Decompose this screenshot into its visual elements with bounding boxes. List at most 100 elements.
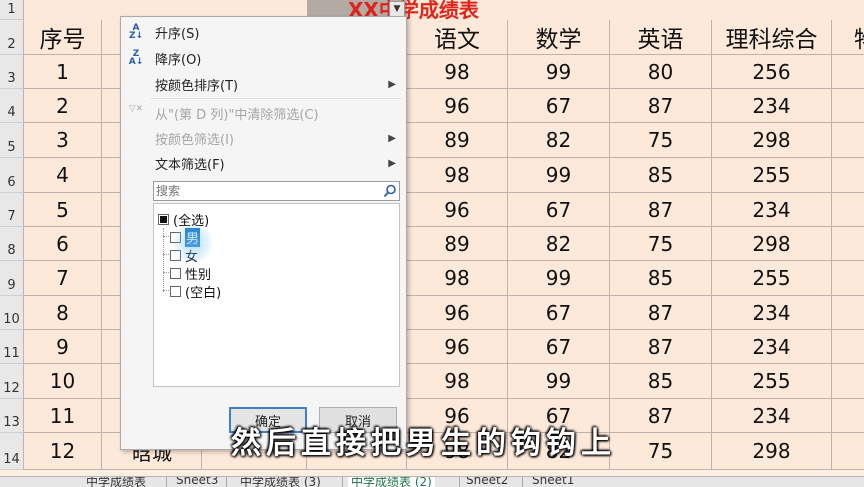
- row-header[interactable]: 13: [0, 399, 24, 433]
- cell-index[interactable]: 11: [24, 399, 102, 433]
- cell-chinese[interactable]: 98: [407, 158, 508, 193]
- sheet-tab[interactable]: Sheet2: [466, 477, 508, 487]
- header-cell-index[interactable]: 序号: [24, 20, 102, 55]
- cell-chinese[interactable]: 96: [407, 89, 508, 123]
- cell-chinese[interactable]: 98: [407, 261, 508, 296]
- sheet-tab-active[interactable]: 中学成绩表 (2): [348, 477, 435, 487]
- row-header[interactable]: 12: [0, 364, 24, 399]
- text-filter-item[interactable]: 文本筛选(F) ▶: [121, 150, 406, 176]
- cell-index[interactable]: 2: [24, 89, 102, 123]
- row-header[interactable]: 1: [0, 0, 24, 20]
- cell-chinese[interactable]: 96: [407, 296, 508, 330]
- row-header[interactable]: 6: [0, 158, 24, 193]
- cell-index[interactable]: 6: [24, 227, 102, 261]
- cell[interactable]: [832, 123, 864, 158]
- cell[interactable]: [832, 158, 864, 193]
- cell-index[interactable]: 9: [24, 330, 102, 364]
- header-cell-science[interactable]: 理科综合: [712, 20, 832, 55]
- row-header[interactable]: 2: [0, 20, 24, 55]
- cell[interactable]: [832, 193, 864, 227]
- cell-index[interactable]: 1: [24, 55, 102, 89]
- cell-math[interactable]: 99: [508, 158, 610, 193]
- cell-english[interactable]: 75: [610, 227, 712, 261]
- cell-math[interactable]: 67: [508, 330, 610, 364]
- cell-index[interactable]: 8: [24, 296, 102, 330]
- cell-science[interactable]: 234: [712, 89, 832, 123]
- cell-index[interactable]: 3: [24, 123, 102, 158]
- cell[interactable]: [832, 296, 864, 330]
- cell-math[interactable]: 82: [508, 123, 610, 158]
- cell-english[interactable]: 87: [610, 399, 712, 433]
- cell-chinese[interactable]: 89: [407, 227, 508, 261]
- checkbox[interactable]: [158, 213, 169, 225]
- cell-index[interactable]: 4: [24, 158, 102, 193]
- row-header[interactable]: 14: [0, 433, 24, 470]
- cell-english[interactable]: 75: [610, 433, 712, 470]
- cell-math[interactable]: 82: [508, 227, 610, 261]
- cell[interactable]: [832, 364, 864, 399]
- cell-chinese[interactable]: 98: [407, 55, 508, 89]
- cell-chinese[interactable]: 98: [407, 364, 508, 399]
- checkbox[interactable]: [170, 285, 181, 297]
- row-header[interactable]: 3: [0, 55, 24, 89]
- header-cell-physics[interactable]: 物: [832, 20, 864, 55]
- cell-science[interactable]: 255: [712, 261, 832, 296]
- cell-index[interactable]: 12: [24, 433, 102, 470]
- cell-english[interactable]: 87: [610, 330, 712, 364]
- cell-math[interactable]: 67: [508, 296, 610, 330]
- cell-chinese[interactable]: 96: [407, 193, 508, 227]
- row-header[interactable]: 10: [0, 296, 24, 330]
- row-header[interactable]: 9: [0, 261, 24, 296]
- cell[interactable]: [832, 330, 864, 364]
- filter-search-input[interactable]: [153, 181, 400, 201]
- cell-science[interactable]: 298: [712, 227, 832, 261]
- cell-math[interactable]: 99: [508, 261, 610, 296]
- cell-science[interactable]: 255: [712, 364, 832, 399]
- filter-option-blank[interactable]: (空白): [170, 282, 221, 301]
- cell-science[interactable]: 234: [712, 330, 832, 364]
- sort-by-color-item[interactable]: 按颜色排序(T) ▶: [121, 71, 406, 97]
- header-cell-math[interactable]: 数学: [508, 20, 610, 55]
- filter-by-color-item[interactable]: 按颜色筛选(I) ▶: [121, 125, 406, 151]
- cell-science[interactable]: 298: [712, 123, 832, 158]
- cell-english[interactable]: 75: [610, 123, 712, 158]
- row-header[interactable]: 4: [0, 89, 24, 123]
- row-header[interactable]: 11: [0, 330, 24, 364]
- cell-chinese[interactable]: 96: [407, 330, 508, 364]
- cell[interactable]: [832, 399, 864, 433]
- sort-descending-item[interactable]: Z A↓ 降序(O): [121, 45, 406, 71]
- sheet-tab[interactable]: Sheet3: [176, 477, 218, 487]
- checkbox[interactable]: [170, 267, 181, 279]
- sort-ascending-item[interactable]: A Z↓ 升序(S): [121, 19, 406, 45]
- cell[interactable]: [832, 227, 864, 261]
- row-header[interactable]: 8: [0, 227, 24, 261]
- clear-filter-item[interactable]: ▽✕ 从"(第 D 列)"中清除筛选(C): [121, 100, 406, 126]
- cell-science[interactable]: 234: [712, 296, 832, 330]
- row-header[interactable]: 7: [0, 193, 24, 227]
- cell[interactable]: [832, 89, 864, 123]
- cell[interactable]: [832, 55, 864, 89]
- cell-index[interactable]: 5: [24, 193, 102, 227]
- cell-index[interactable]: 7: [24, 261, 102, 296]
- filter-option-gender[interactable]: 性别: [170, 264, 211, 283]
- sheet-tab[interactable]: 中学成绩表 (3): [240, 477, 321, 487]
- cell-science[interactable]: 234: [712, 399, 832, 433]
- cell[interactable]: [832, 261, 864, 296]
- row-header[interactable]: 5: [0, 123, 24, 158]
- cell-english[interactable]: 87: [610, 296, 712, 330]
- cell-index[interactable]: 10: [24, 364, 102, 399]
- cell-english[interactable]: 87: [610, 89, 712, 123]
- cell-english[interactable]: 87: [610, 193, 712, 227]
- cell-math[interactable]: 67: [508, 89, 610, 123]
- cell-science[interactable]: 298: [712, 433, 832, 470]
- filter-dropdown-button[interactable]: ▼: [389, 1, 405, 17]
- cell-math[interactable]: 67: [508, 193, 610, 227]
- cell-math[interactable]: 99: [508, 55, 610, 89]
- cell-math[interactable]: 99: [508, 364, 610, 399]
- header-cell-english[interactable]: 英语: [610, 20, 712, 55]
- cell-english[interactable]: 80: [610, 55, 712, 89]
- cell-english[interactable]: 85: [610, 364, 712, 399]
- cell-chinese[interactable]: 89: [407, 123, 508, 158]
- cell-science[interactable]: 255: [712, 158, 832, 193]
- sheet-tab[interactable]: 中学成绩表: [86, 477, 146, 487]
